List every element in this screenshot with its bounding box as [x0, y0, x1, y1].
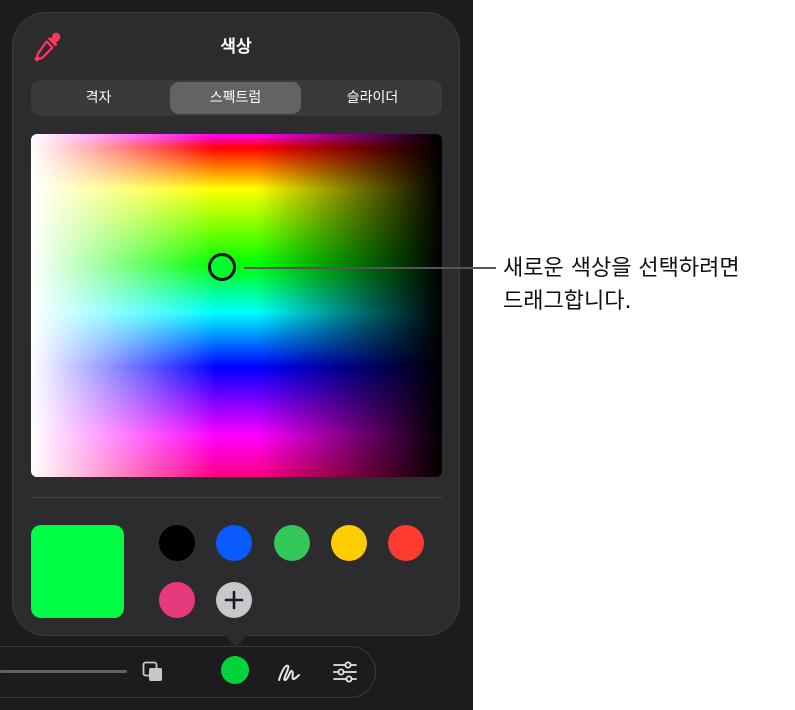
- tab-spectrum[interactable]: 스펙트럼: [170, 82, 301, 114]
- tab-grid[interactable]: 격자: [33, 82, 164, 114]
- callout-line-1: 새로운 색상을 선택하려면: [503, 256, 740, 281]
- callout-text: 새로운 색상을 선택하려면 드래그합니다.: [503, 252, 793, 318]
- spectrum-picker-handle[interactable]: [208, 253, 236, 281]
- mode-segmented-control: 격자 스펙트럼 슬라이더: [31, 80, 442, 116]
- pen-stroke-icon[interactable]: [276, 660, 302, 684]
- add-swatch-button[interactable]: [216, 582, 252, 618]
- tab-sliders[interactable]: 슬라이더: [307, 82, 438, 114]
- color-tool-dot[interactable]: [221, 656, 249, 684]
- swatch-black[interactable]: [159, 525, 195, 561]
- popover-arrow: [222, 633, 250, 647]
- swatch-blue[interactable]: [216, 525, 252, 561]
- swatch-yellow[interactable]: [331, 525, 367, 561]
- current-color-swatch[interactable]: [31, 525, 124, 618]
- callout-line-2: 드래그합니다.: [503, 289, 632, 314]
- swatch-pink[interactable]: [159, 582, 195, 618]
- swatch-green[interactable]: [274, 525, 310, 561]
- size-slider[interactable]: [0, 670, 127, 673]
- copy-icon[interactable]: [141, 660, 165, 684]
- swatch-red[interactable]: [388, 525, 424, 561]
- color-spectrum[interactable]: [31, 134, 442, 477]
- sliders-icon[interactable]: [332, 660, 358, 684]
- divider: [31, 497, 442, 498]
- popover-title: 색상: [220, 37, 252, 57]
- callout-line: [244, 267, 496, 269]
- plus-icon: [224, 590, 244, 610]
